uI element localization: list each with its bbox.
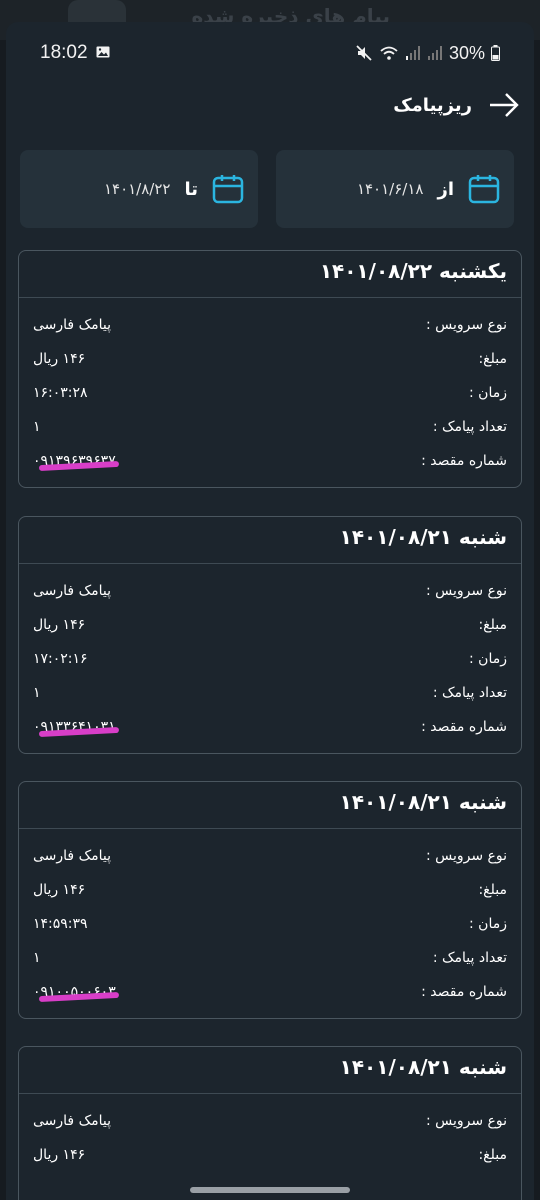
time-value: ۱۶:۰۳:۲۸ [33,385,88,401]
sms-count-value: ۱ [33,419,41,435]
sms-record-card: یکشنبه ۱۴۰۱/۰۸/۲۲ نوع سرویس : پیامک فارس… [18,250,522,488]
destination-row: شماره مقصد : ۰۹۱۳۹۶۳۹۶۳۷ [33,453,507,477]
service-type-value: پیامک فارسی [33,583,111,599]
date-to-value: ۱۴۰۱/۸/۲۲ [103,180,171,198]
destination-label: شماره مقصد : [421,719,507,735]
service-type-value: پیامک فارسی [33,1113,111,1129]
amount-row: مبلغ: ۱۴۶ ریال [33,1147,507,1171]
service-type-label: نوع سرویس : [425,317,507,333]
status-time: 18:02 [40,42,88,63]
amount-value: ۱۴۶ ریال [33,882,86,898]
calendar-icon [468,175,500,204]
service-type-row: نوع سرویس : پیامک فارسی [33,317,507,341]
divider [19,563,521,564]
time-value: ۱۴:۵۹:۳۹ [33,916,88,932]
amount-label: مبلغ: [478,1147,507,1163]
record-date: شنبه ۱۴۰۱/۰۸/۲۱ [339,525,507,549]
date-to-picker[interactable]: تا ۱۴۰۱/۸/۲۲ [20,150,258,228]
record-date: شنبه ۱۴۰۱/۰۸/۲۱ [339,790,507,814]
divider [19,297,521,298]
destination-label: شماره مقصد : [421,453,507,469]
record-date: شنبه ۱۴۰۱/۰۸/۲۱ [339,1055,507,1079]
status-bar: 18:02 30% [6,22,534,82]
sms-record-card: شنبه ۱۴۰۱/۰۸/۲۱ نوع سرویس : پیامک فارسی … [18,781,522,1019]
calendar-icon [212,175,244,204]
time-value: ۱۷:۰۲:۱۶ [33,651,88,667]
destination-label: شماره مقصد : [421,984,507,1000]
sms-count-row: تعداد پیامک : ۱ [33,419,507,443]
service-type-row: نوع سرویس : پیامک فارسی [33,1113,507,1137]
service-type-row: نوع سرویس : پیامک فارسی [33,848,507,872]
signal-icon [405,46,420,60]
amount-label: مبلغ: [478,617,507,633]
amount-row: مبلغ: ۱۴۶ ریال [33,882,507,906]
amount-value: ۱۴۶ ریال [33,617,86,633]
service-type-label: نوع سرویس : [425,1113,507,1129]
sms-count-row: تعداد پیامک : ۱ [33,685,507,709]
destination-row: شماره مقصد : ۰۹۱۰۰۵۰۰۶۰۳ [33,984,507,1008]
sms-details-screen: 18:02 30% ریزپیامک از ۱۴۰۱/۶/۱۸ تا ۱۴۰۱/… [6,22,534,1200]
time-label: زمان : [469,385,507,401]
time-row: زمان : ۱۴:۵۹:۳۹ [33,916,507,940]
image-icon [96,46,110,58]
sms-record-card: شنبه ۱۴۰۱/۰۸/۲۱ نوع سرویس : پیامک فارسی … [18,516,522,754]
time-row: زمان : ۱۷:۰۲:۱۶ [33,651,507,675]
sms-count-value: ۱ [33,685,41,701]
arrow-right-icon[interactable] [488,91,520,119]
amount-label: مبلغ: [478,351,507,367]
page-title: ریزپیامک [393,94,472,116]
destination-row: شماره مقصد : ۰۹۱۳۳۶۴۱۰۳۱ [33,719,507,743]
sms-count-label: تعداد پیامک : [432,419,507,435]
service-type-label: نوع سرویس : [425,583,507,599]
date-to-prefix: تا [184,178,198,200]
amount-row: مبلغ: ۱۴۶ ریال [33,351,507,375]
time-row: زمان : ۱۶:۰۳:۲۸ [33,385,507,409]
service-type-label: نوع سرویس : [425,848,507,864]
wifi-icon [380,46,398,60]
service-type-row: نوع سرویس : پیامک فارسی [33,583,507,607]
date-from-picker[interactable]: از ۱۴۰۱/۶/۱۸ [276,150,514,228]
divider [19,828,521,829]
service-type-value: پیامک فارسی [33,848,111,864]
gesture-nav-handle[interactable] [190,1187,350,1193]
amount-value: ۱۴۶ ریال [33,1147,86,1163]
mute-icon [356,45,372,61]
time-label: زمان : [469,651,507,667]
signal-icon-sim2 [427,46,442,60]
time-label: زمان : [469,916,507,932]
sms-count-value: ۱ [33,950,41,966]
service-type-value: پیامک فارسی [33,317,111,333]
sms-count-label: تعداد پیامک : [432,685,507,701]
app-header: ریزپیامک [393,86,520,124]
date-from-prefix: از [437,178,454,200]
status-indicators: 30% [355,41,500,65]
battery-percent: 30% [448,42,485,63]
date-from-value: ۱۴۰۱/۶/۱۸ [356,180,424,198]
sms-count-row: تعداد پیامک : ۱ [33,950,507,974]
battery-icon [491,45,500,61]
sms-count-label: تعداد پیامک : [432,950,507,966]
record-date: یکشنبه ۱۴۰۱/۰۸/۲۲ [319,259,507,283]
divider [19,1093,521,1094]
amount-row: مبلغ: ۱۴۶ ریال [33,617,507,641]
amount-label: مبلغ: [478,882,507,898]
amount-value: ۱۴۶ ریال [33,351,86,367]
sms-record-card: شنبه ۱۴۰۱/۰۸/۲۱ نوع سرویس : پیامک فارسی … [18,1046,522,1200]
